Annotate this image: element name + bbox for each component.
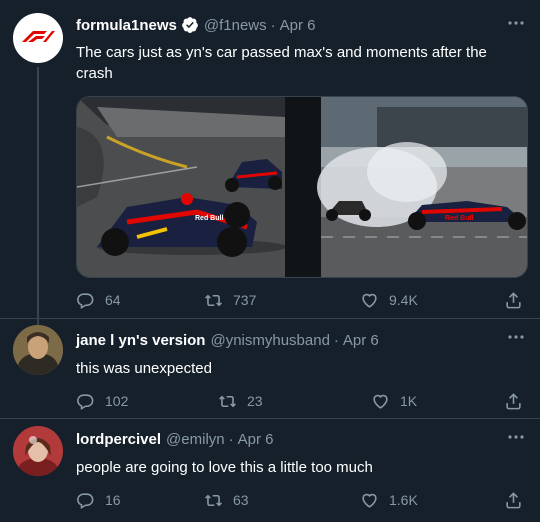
reply-icon: [77, 393, 94, 410]
avatar-photo-icon: [13, 325, 63, 375]
reply-button[interactable]: 102: [76, 389, 128, 413]
media-image-left[interactable]: [77, 97, 528, 278]
handle[interactable]: @ynismyhusband: [210, 332, 329, 349]
share-button[interactable]: [504, 288, 523, 312]
tweet-text: this was unexpected: [76, 360, 212, 377]
reply-count: 102: [105, 393, 129, 409]
avatar-photo-icon: [13, 426, 63, 476]
tweet-reply[interactable]: jane l yn's version @ynismyhusband · Apr…: [0, 319, 540, 418]
tweet-media[interactable]: Red Bull Red Bull: [76, 96, 528, 278]
share-icon: [506, 392, 521, 409]
retweet-count: 63: [233, 492, 249, 508]
like-count: 1.6K: [389, 492, 418, 508]
reply-button[interactable]: 16: [76, 488, 121, 512]
avatar[interactable]: [13, 325, 63, 375]
heart-icon: [362, 493, 377, 508]
retweet-count: 23: [247, 393, 263, 409]
display-name[interactable]: lordpercivel: [76, 431, 161, 448]
handle[interactable]: @emilyn: [166, 431, 225, 448]
retweet-icon: [205, 294, 222, 306]
more-icon[interactable]: [506, 15, 526, 31]
timestamp[interactable]: Apr 6: [343, 332, 379, 349]
tweet-header: jane l yn's version @ynismyhusband · Apr…: [76, 332, 379, 349]
like-button[interactable]: 1K: [371, 389, 417, 413]
reply-icon: [77, 492, 94, 509]
timestamp[interactable]: Apr 6: [280, 17, 316, 34]
f1-logo-icon: [22, 31, 55, 42]
tweet-text: The cars just as yn's car passed max's a…: [76, 44, 487, 82]
like-button[interactable]: 1.6K: [360, 488, 418, 512]
heart-icon: [362, 293, 377, 308]
media-left-sign: Red Bull: [195, 215, 224, 222]
reply-count: 16: [105, 492, 121, 508]
verified-badge-icon: [181, 16, 199, 34]
display-name[interactable]: jane l yn's version: [76, 332, 205, 349]
share-icon: [506, 291, 521, 308]
tweet-header: formula1news @f1news · Apr 6: [76, 16, 316, 34]
avatar[interactable]: [13, 426, 63, 476]
tweet-header: lordpercivel @emilyn · Apr 6: [76, 431, 273, 448]
like-count: 9.4K: [389, 292, 418, 308]
separator-dot: ·: [333, 332, 339, 349]
tweet-actions: 102 23 1K: [76, 389, 526, 413]
reply-icon: [77, 292, 94, 309]
handle[interactable]: @f1news: [204, 17, 267, 34]
retweet-button[interactable]: 63: [204, 488, 249, 512]
share-icon: [506, 491, 521, 508]
retweet-button[interactable]: 23: [218, 389, 263, 413]
separator-dot: ·: [270, 16, 276, 34]
retweet-count: 737: [233, 292, 257, 308]
more-icon[interactable]: [506, 329, 526, 345]
retweet-icon: [205, 494, 222, 506]
thread-line: [37, 67, 39, 331]
like-count: 1K: [400, 393, 418, 409]
separator-dot: ·: [228, 431, 234, 448]
like-button[interactable]: 9.4K: [360, 288, 418, 312]
tweet-actions: 64 737 9.4K: [76, 288, 526, 312]
heart-icon: [373, 394, 388, 409]
media-right-sign: Red Bull: [445, 215, 474, 222]
reply-button[interactable]: 64: [76, 288, 121, 312]
reply-count: 64: [105, 292, 121, 308]
retweet-button[interactable]: 737: [204, 288, 256, 312]
more-icon[interactable]: [506, 429, 526, 445]
tweet-text: people are going to love this a little t…: [76, 459, 373, 476]
retweet-icon: [219, 395, 236, 407]
share-button[interactable]: [504, 488, 523, 512]
timestamp[interactable]: Apr 6: [238, 431, 274, 448]
avatar[interactable]: [13, 13, 63, 63]
tweet-main[interactable]: formula1news @f1news · Apr 6 The cars ju…: [0, 0, 540, 331]
display-name[interactable]: formula1news: [76, 17, 177, 34]
share-button[interactable]: [504, 389, 523, 413]
tweet-reply[interactable]: lordpercivel @emilyn · Apr 6 people are …: [0, 419, 540, 522]
tweet-actions: 16 63 1.6K: [76, 488, 526, 512]
